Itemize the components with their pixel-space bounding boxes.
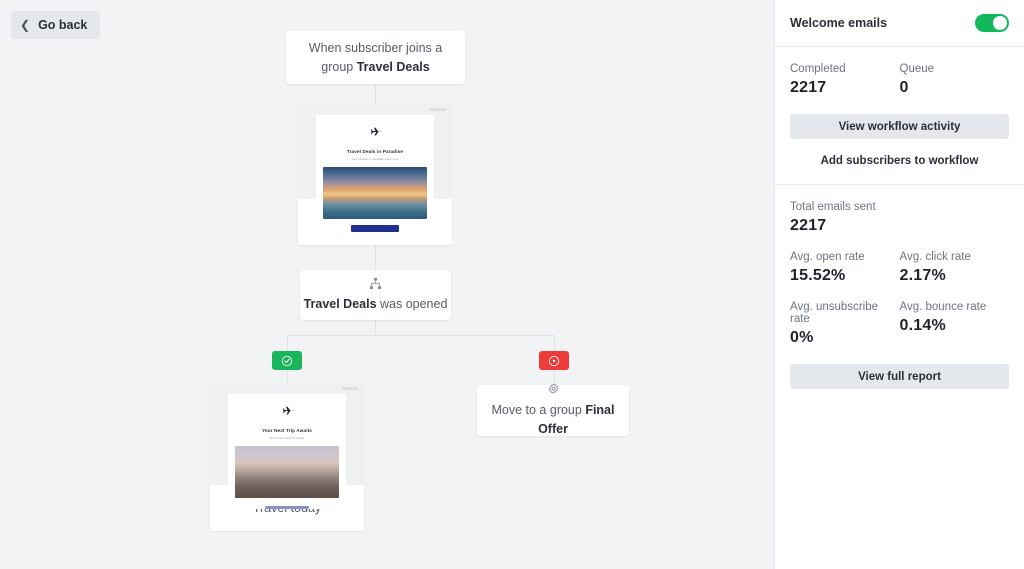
preview-tag-label: PREVIEW bbox=[429, 108, 446, 112]
connector-email1-to-condition bbox=[375, 245, 376, 270]
stat-click-rate: Avg. click rate 2.17% bbox=[900, 251, 1010, 285]
preview-tag-label: PREVIEW bbox=[341, 387, 358, 391]
workflow-node-email-travel-deals[interactable]: PREVIEW Travel Deals in Paradise Your es… bbox=[298, 104, 452, 245]
airplane-icon bbox=[279, 403, 295, 421]
stat-total-sent-label: Total emails sent bbox=[790, 201, 876, 213]
gear-icon bbox=[547, 383, 560, 396]
condition-text: Travel Deals was opened bbox=[304, 295, 448, 313]
trigger-group-name: Travel Deals bbox=[356, 59, 430, 74]
stat-bounce-rate: Avg. bounce rate 0.14% bbox=[900, 301, 1010, 347]
email-preview-headline: Travel Deals in Paradise bbox=[346, 149, 404, 154]
condition-text-suffix: was opened bbox=[376, 296, 448, 311]
branch-icon bbox=[369, 277, 382, 290]
workflow-node-trigger[interactable]: When subscriber joins a group Travel Dea… bbox=[286, 31, 465, 84]
airplane-icon bbox=[367, 124, 383, 142]
email-preview-cta-button bbox=[351, 225, 399, 233]
stat-unsubscribe-rate: Avg. unsubscribe rate 0% bbox=[790, 301, 900, 347]
rates-row-1: Avg. open rate 15.52% Avg. click rate 2.… bbox=[790, 251, 1009, 285]
add-subscribers-to-workflow-link[interactable]: Add subscribers to workflow bbox=[790, 155, 1009, 167]
email-preview-subtext: Your escape to paradise starts here bbox=[351, 157, 399, 161]
stat-click-rate-label: Avg. click rate bbox=[899, 251, 971, 263]
workflow-node-action-move-group[interactable]: Move to a group Final Offer bbox=[477, 383, 629, 437]
stat-total-emails-sent: Total emails sent 2217 bbox=[790, 201, 1009, 235]
go-back-button[interactable]: ❮ Go back bbox=[11, 11, 101, 39]
action-text-prefix: Move to a group bbox=[491, 403, 586, 418]
workflow-editor-page: ❮ Go back When subscriber joins a group … bbox=[0, 0, 1024, 569]
email-preview-thumbnail: PREVIEW Your Next Trip Awaits Don't miss… bbox=[210, 383, 364, 510]
action-text: Move to a group Final Offer bbox=[477, 401, 629, 437]
email-preview-sheet: Your Next Trip Awaits Don't miss these h… bbox=[228, 394, 346, 510]
total-sent-row: Total emails sent 2217 bbox=[790, 201, 1009, 235]
connector-branch-no-down bbox=[554, 335, 555, 351]
branch-badge-no[interactable] bbox=[539, 351, 569, 370]
stat-unsubscribe-rate-label: Avg. unsubscribe rate bbox=[790, 301, 879, 325]
check-circle-icon bbox=[281, 355, 293, 367]
workflow-canvas[interactable]: ❮ Go back When subscriber joins a group … bbox=[0, 0, 774, 569]
workflow-node-email-travel-today[interactable]: PREVIEW Your Next Trip Awaits Don't miss… bbox=[210, 383, 364, 531]
stat-total-sent-value: 2217 bbox=[790, 217, 827, 234]
stat-queue: Queue 0 bbox=[900, 63, 1010, 97]
workflow-sidebar: Welcome emails Completed 2217 Queue 0 Vi… bbox=[774, 0, 1024, 569]
sidebar-header: Welcome emails bbox=[775, 0, 1024, 47]
email-preview-hero-image bbox=[323, 167, 427, 220]
stat-bounce-rate-value: 0.14% bbox=[899, 317, 946, 334]
sidebar-overview-section: Completed 2217 Queue 0 View workflow act… bbox=[775, 47, 1024, 185]
rates-row-2: Avg. unsubscribe rate 0% Avg. bounce rat… bbox=[790, 301, 1009, 347]
stat-click-rate-value: 2.17% bbox=[899, 267, 946, 284]
stat-completed: Completed 2217 bbox=[790, 63, 900, 97]
sidebar-report-section: Total emails sent 2217 Avg. open rate 15… bbox=[775, 185, 1024, 406]
stat-unsubscribe-rate-value: 0% bbox=[790, 329, 814, 346]
workflow-node-condition[interactable]: Travel Deals was opened bbox=[300, 270, 451, 320]
connector-branch-yes-down bbox=[287, 335, 288, 351]
email-preview-hero-image bbox=[235, 446, 339, 499]
overview-stats-row: Completed 2217 Queue 0 bbox=[790, 63, 1009, 97]
view-full-report-button[interactable]: View full report bbox=[790, 364, 1009, 389]
stat-bounce-rate-label: Avg. bounce rate bbox=[899, 301, 987, 313]
connector-yes-to-email2 bbox=[287, 370, 288, 383]
stat-open-rate-label: Avg. open rate bbox=[790, 251, 865, 263]
email-preview-subtext: Don't miss these hot deals bbox=[269, 436, 305, 440]
connector-trigger-to-email1 bbox=[375, 84, 376, 104]
condition-email-name: Travel Deals bbox=[303, 296, 377, 311]
connector-branch-horizontal bbox=[287, 335, 554, 336]
stat-completed-label: Completed bbox=[790, 63, 846, 75]
chevron-left-icon: ❮ bbox=[20, 18, 31, 32]
email-preview-cta-button bbox=[265, 506, 309, 510]
stat-open-rate: Avg. open rate 15.52% bbox=[790, 251, 900, 285]
stat-completed-value: 2217 bbox=[790, 79, 827, 96]
connector-condition-down bbox=[375, 320, 376, 335]
email-preview-sheet: Travel Deals in Paradise Your escape to … bbox=[316, 115, 434, 233]
go-back-label: Go back bbox=[38, 18, 88, 32]
email-preview-headline: Your Next Trip Awaits bbox=[261, 428, 313, 433]
email-preview-thumbnail: PREVIEW Travel Deals in Paradise Your es… bbox=[298, 104, 452, 233]
stat-open-rate-value: 15.52% bbox=[790, 267, 846, 284]
trigger-text: When subscriber joins a group Travel Dea… bbox=[304, 39, 447, 75]
view-workflow-activity-button[interactable]: View workflow activity bbox=[790, 114, 1009, 139]
stat-queue-value: 0 bbox=[899, 79, 909, 96]
x-circle-icon bbox=[548, 355, 560, 367]
workflow-title: Welcome emails bbox=[790, 16, 888, 30]
toggle-knob bbox=[993, 16, 1007, 30]
stat-queue-label: Queue bbox=[899, 63, 935, 75]
branch-badge-yes[interactable] bbox=[272, 351, 302, 370]
workflow-enabled-toggle[interactable] bbox=[975, 14, 1009, 32]
